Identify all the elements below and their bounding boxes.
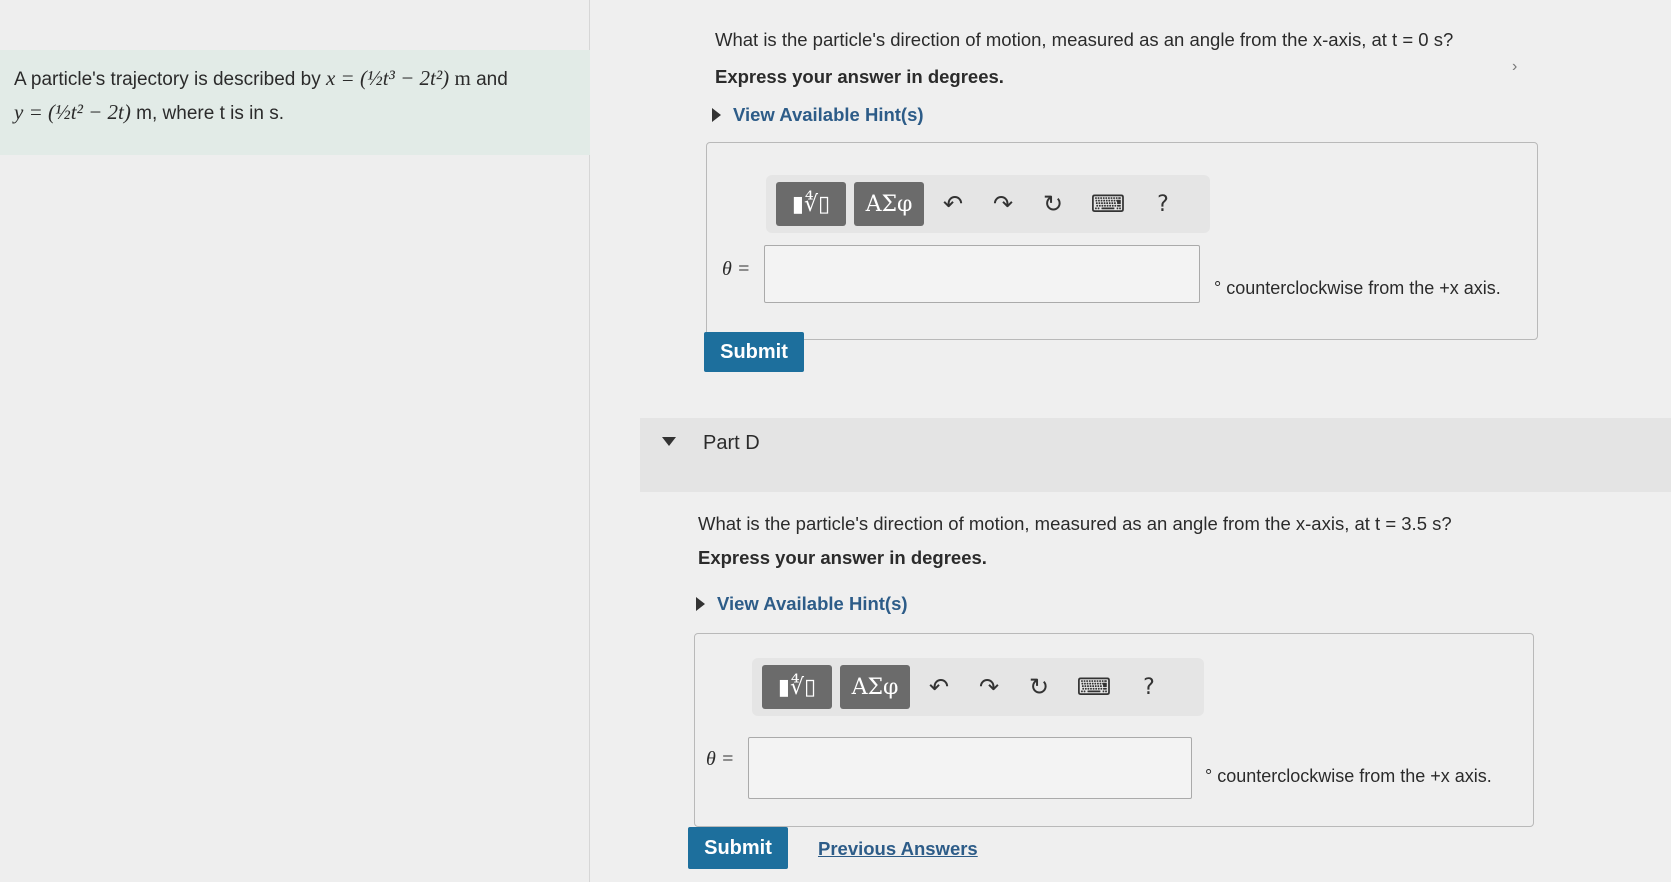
caret-right-icon xyxy=(696,597,705,611)
problem-statement: A particle's trajectory is described by … xyxy=(0,50,598,155)
keyboard-icon[interactable]: ⌨ xyxy=(1068,665,1120,709)
part-c-answer-input[interactable] xyxy=(764,245,1200,303)
part-d-header[interactable] xyxy=(640,418,1671,492)
problem-tail: m, where t is in s. xyxy=(136,103,284,124)
caret-right-icon xyxy=(712,108,721,122)
part-d-question: What is the particle's direction of moti… xyxy=(698,513,1452,534)
part-d-instruction: Express your answer in degrees. xyxy=(698,547,987,568)
y-equation: y = (½t² − 2t) xyxy=(14,100,131,124)
part-c-theta-label: θ = xyxy=(722,258,751,280)
part-c-hint-toggle[interactable]: View Available Hint(s) xyxy=(712,104,924,126)
problem-lead: A particle's trajectory is described by xyxy=(14,69,321,90)
help-icon[interactable]: ? xyxy=(1142,182,1184,226)
undo-icon[interactable]: ↶ xyxy=(918,665,960,709)
part-d-answer-input[interactable] xyxy=(748,737,1192,799)
reset-icon[interactable]: ↻ xyxy=(1018,665,1060,709)
x-unit: m xyxy=(454,66,471,90)
part-d-hint-label: View Available Hint(s) xyxy=(717,593,908,614)
part-d-hint-toggle[interactable]: View Available Hint(s) xyxy=(696,593,908,615)
problem-and: and xyxy=(476,69,508,90)
part-c-unit-text: ° counterclockwise from the +x axis. xyxy=(1214,278,1501,298)
part-d-toolbar: ▮∜▯ ΑΣφ ↶ ↷ ↻ ⌨ ? xyxy=(752,658,1204,716)
part-c-hint-label: View Available Hint(s) xyxy=(733,104,924,125)
part-d-theta-label: θ = xyxy=(706,748,735,770)
symbols-icon[interactable]: ΑΣφ xyxy=(840,665,910,709)
redo-icon[interactable]: ↷ xyxy=(968,665,1010,709)
previous-answers-link[interactable]: Previous Answers xyxy=(818,838,978,860)
undo-icon[interactable]: ↶ xyxy=(932,182,974,226)
part-c-instruction: Express your answer in degrees. xyxy=(715,66,1004,87)
part-c-submit-button[interactable]: Submit xyxy=(704,332,804,372)
part-d-title[interactable]: Part D xyxy=(703,432,760,455)
templates-icon[interactable]: ▮∜▯ xyxy=(762,665,832,709)
reset-icon[interactable]: ↻ xyxy=(1032,182,1074,226)
symbols-icon[interactable]: ΑΣφ xyxy=(854,182,924,226)
caret-down-icon[interactable] xyxy=(662,437,676,446)
templates-icon[interactable]: ▮∜▯ xyxy=(776,182,846,226)
part-c-toolbar: ▮∜▯ ΑΣφ ↶ ↷ ↻ ⌨ ? xyxy=(766,175,1210,233)
part-d-submit-button[interactable]: Submit xyxy=(688,827,788,869)
part-c-question: What is the particle's direction of moti… xyxy=(715,29,1454,50)
part-d-unit-text: ° counterclockwise from the +x axis. xyxy=(1205,766,1492,786)
help-icon[interactable]: ? xyxy=(1128,665,1170,709)
redo-icon[interactable]: ↷ xyxy=(982,182,1024,226)
part-c-answer-box xyxy=(706,142,1538,340)
x-equation: x = (½t³ − 2t²) xyxy=(325,66,450,90)
keyboard-icon[interactable]: ⌨ xyxy=(1082,182,1134,226)
chevron-right-icon[interactable]: › xyxy=(1512,58,1517,76)
